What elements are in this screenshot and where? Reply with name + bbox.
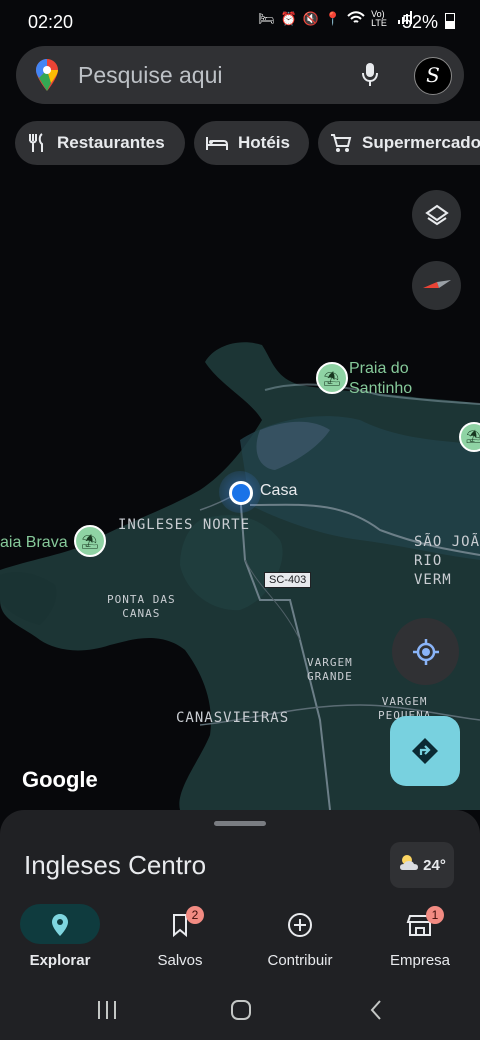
system-navigation-bar xyxy=(0,985,480,1040)
badge-count: 2 xyxy=(186,906,204,924)
weather-cloud-moon-icon xyxy=(398,854,420,876)
beach-poi-icon[interactable]: ⛱ xyxy=(316,362,348,394)
google-logo: Google xyxy=(22,767,98,792)
poi-label-praia-santinho[interactable]: Praia do Santinho xyxy=(349,359,412,399)
my-location-dot[interactable] xyxy=(229,481,253,505)
status-icons: 🛏 ⏰ 🔇 📍 Vo) LTE xyxy=(258,10,413,28)
home-icon[interactable] xyxy=(230,999,252,1026)
fork-knife-icon xyxy=(27,133,47,153)
nav-label: Explorar xyxy=(29,952,91,969)
area-line: GRANDE xyxy=(307,670,353,683)
poi-label-praia-brava[interactable]: aia Brava xyxy=(0,533,68,553)
chip-supermercado[interactable]: Supermercado xyxy=(318,121,480,165)
chip-restaurantes[interactable]: Restaurantes xyxy=(15,121,185,165)
area-label-canasvieiras: CANASVIEIRAS xyxy=(176,710,290,726)
chip-hoteis[interactable]: Hotéis xyxy=(194,121,309,165)
battery-percent: 52% xyxy=(402,12,456,33)
compass-button[interactable] xyxy=(412,261,461,310)
back-icon[interactable] xyxy=(368,999,384,1026)
poi-line-1: Praia do xyxy=(349,360,409,377)
chip-label: Supermercado xyxy=(362,133,480,152)
area-label-ingleses-norte: INGLESES NORTE xyxy=(118,517,251,533)
directions-button[interactable] xyxy=(390,716,460,786)
mute-icon: 🔇 xyxy=(302,11,319,26)
area-label-sao-joao: SÃO JOÃ RIO VERM xyxy=(414,533,480,590)
wifi-icon xyxy=(347,10,365,28)
bed-icon xyxy=(206,135,228,151)
nav-explorar[interactable]: Explorar xyxy=(0,904,120,974)
layers-button[interactable] xyxy=(412,190,461,239)
area-line: PONTA DAS xyxy=(107,593,176,606)
road-shield: SC-403 xyxy=(264,572,312,588)
location-pin-icon xyxy=(44,912,76,938)
alarm-icon: ⏰ xyxy=(280,11,297,26)
badge-count: 1 xyxy=(426,906,444,924)
poi-line-2: Santinho xyxy=(349,380,413,397)
chip-label: Restaurantes xyxy=(57,133,165,152)
area-label-ponta-das-canas: PONTA DAS CANAS xyxy=(107,593,176,621)
crosshair-icon xyxy=(412,638,439,665)
add-circle-icon xyxy=(284,912,316,938)
area-line: CANAS xyxy=(122,607,161,620)
sheet-drag-handle[interactable] xyxy=(214,821,266,826)
search-input[interactable]: Pesquise aqui xyxy=(78,62,223,89)
search-bar[interactable]: Pesquise aqui S xyxy=(16,46,464,104)
area-line: VARGEM xyxy=(307,656,353,669)
google-maps-pin-icon xyxy=(36,59,58,96)
battery-icon xyxy=(445,13,456,29)
compass-icon xyxy=(422,279,451,288)
battery-text: 52% xyxy=(402,12,439,32)
avatar[interactable]: S xyxy=(414,57,452,95)
microphone-icon[interactable] xyxy=(362,63,378,92)
chip-label: Hotéis xyxy=(238,133,290,152)
bed-icon: 🛏 xyxy=(258,11,275,26)
area-line: VARGEM xyxy=(381,695,428,708)
beach-poi-icon[interactable]: ⛱ xyxy=(74,525,106,557)
weather-chip[interactable]: 24° xyxy=(390,842,454,888)
my-location-label[interactable]: Casa xyxy=(260,482,297,500)
status-time: 02:20 xyxy=(28,12,74,32)
cart-icon xyxy=(330,133,352,153)
recent-apps-icon[interactable] xyxy=(96,1000,118,1025)
network-type: Vo) LTE xyxy=(371,9,387,28)
place-title: Ingleses Centro xyxy=(24,850,207,880)
area-line: RIO VERM xyxy=(414,553,452,588)
nav-salvos[interactable]: 2 Salvos xyxy=(120,904,240,974)
weather-temp: 24° xyxy=(423,856,446,874)
my-location-button[interactable] xyxy=(392,618,459,685)
nav-contribuir[interactable]: Contribuir xyxy=(240,904,360,974)
status-bar: 02:20 🛏 ⏰ 🔇 📍 Vo) LTE 52% xyxy=(0,0,480,44)
area-line: SÃO JOÃ xyxy=(414,534,480,550)
location-icon: 📍 xyxy=(324,11,342,26)
nav-label: Salvos xyxy=(157,952,203,969)
nav-label: Contribuir xyxy=(267,952,333,969)
layers-icon xyxy=(424,204,449,225)
nav-label: Empresa xyxy=(389,952,451,969)
nav-empresa[interactable]: 1 Empresa xyxy=(360,904,480,974)
directions-icon xyxy=(412,738,438,764)
area-label-vargem-grande: VARGEM GRANDE xyxy=(307,656,353,684)
